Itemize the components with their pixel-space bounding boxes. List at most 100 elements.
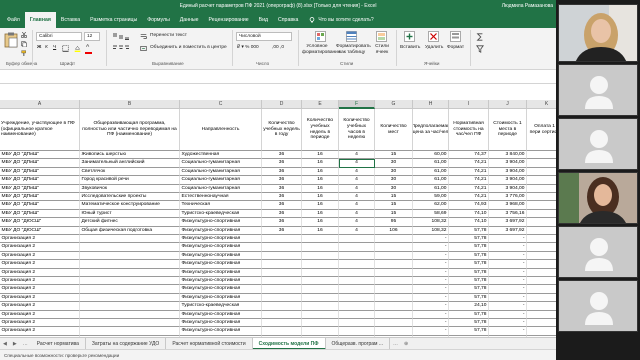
table-cell[interactable]: Физкультурно-спортивная [180, 251, 262, 261]
table-cell[interactable] [262, 319, 302, 328]
table-cell[interactable] [80, 277, 180, 286]
table-cell[interactable]: - [489, 293, 527, 303]
video-tile-4[interactable] [558, 172, 638, 224]
table-cell[interactable]: 3 7 [527, 193, 556, 202]
table-cell[interactable]: 4 [339, 209, 375, 219]
table-cell[interactable] [80, 285, 180, 294]
ribbon-tab[interactable]: Вставка [56, 12, 85, 28]
table-cell[interactable]: 36 [262, 218, 302, 227]
table-cell[interactable] [339, 251, 375, 261]
table-cell[interactable]: - [413, 285, 449, 294]
table-cell[interactable]: Социально-гуманитарная [180, 167, 262, 177]
table-cell[interactable]: - [413, 277, 449, 286]
table-cell[interactable]: - [489, 251, 527, 261]
table-cell[interactable]: 57,78 [449, 310, 489, 319]
scroll-tabs-right-icon[interactable]: ▶ [10, 341, 20, 347]
video-tile-5[interactable] [558, 226, 638, 278]
table-cell[interactable]: 36 [262, 226, 302, 235]
table-cell[interactable]: 3 8 [527, 151, 556, 160]
table-cell[interactable]: Физкультурно-спортивная [180, 218, 262, 227]
table-cell[interactable]: - [489, 327, 527, 336]
table-cell[interactable]: 3 6 [527, 218, 556, 227]
table-cell[interactable]: 16 [302, 218, 339, 227]
table-cell[interactable]: 74,21 [449, 159, 489, 168]
ribbon-tab[interactable]: Вид [254, 12, 273, 28]
table-cell[interactable]: МБУ ДО "ДПиШ" [0, 151, 80, 160]
table-cell[interactable]: 30 [375, 167, 413, 177]
ribbon-tab[interactable]: Разметка страницы [85, 12, 142, 28]
table-cell[interactable]: 16 [302, 226, 339, 235]
table-cell[interactable]: Физкультурно-спортивная [180, 260, 262, 269]
table-cell[interactable]: 4 [339, 176, 375, 185]
table-cell[interactable]: Физкультурно-спортивная [180, 327, 262, 336]
table-cell[interactable]: 62,00 [413, 201, 449, 210]
table-cell[interactable]: 16 [302, 159, 339, 168]
table-cell[interactable]: 15 [375, 209, 413, 219]
format-table-label[interactable]: Форматировать как таблицу [336, 44, 371, 55]
table-cell[interactable]: Организация 2 [0, 277, 80, 286]
table-cell[interactable]: 36 [262, 201, 302, 210]
sort-filter-icon[interactable] [476, 45, 484, 53]
table-cell[interactable]: - [413, 243, 449, 252]
table-cell[interactable]: 57,78 [449, 327, 489, 336]
table-cell[interactable] [262, 268, 302, 277]
table-cell[interactable] [262, 243, 302, 252]
table-cell[interactable]: Физкультурно-спортивная [180, 243, 262, 252]
table-cell[interactable]: 57,78 [449, 268, 489, 277]
cut-icon[interactable] [21, 32, 27, 38]
table-cell[interactable] [262, 285, 302, 294]
table-cell[interactable] [80, 243, 180, 252]
table-cell[interactable]: 36 [262, 159, 302, 168]
table-cell[interactable] [302, 260, 339, 269]
table-cell[interactable] [339, 243, 375, 252]
table-cell[interactable] [80, 302, 180, 311]
table-cell[interactable]: 15 [375, 193, 413, 202]
table-header-cell[interactable]: Нормативная стоимость на час/чел ПФ [449, 109, 489, 151]
table-header-cell[interactable]: Количество мест [375, 109, 413, 151]
table-cell[interactable]: Физкультурно-спортивная [180, 310, 262, 319]
table-cell[interactable]: 24,10 [449, 302, 489, 311]
table-cell[interactable]: Светлячок [80, 167, 180, 177]
align-horizontal-icon[interactable] [112, 45, 130, 52]
table-header-cell[interactable]: Учреждение, участвующее в ПФ (официально… [0, 109, 80, 151]
table-cell[interactable]: - [527, 311, 556, 319]
align-vertical-icon[interactable] [112, 33, 130, 40]
italic-icon[interactable]: К [45, 45, 48, 50]
delete-cells-icon[interactable] [428, 31, 439, 42]
table-cell[interactable] [339, 302, 375, 311]
sheet-tab[interactable]: Затраты на содержание УДО [86, 338, 167, 349]
sheet-tab[interactable]: Общеразв. програм ... [326, 338, 391, 349]
table-cell[interactable]: 3 776,00 [489, 193, 527, 202]
table-cell[interactable] [80, 235, 180, 244]
table-cell[interactable] [302, 327, 339, 336]
table-cell[interactable] [375, 260, 413, 269]
table-cell[interactable] [375, 235, 413, 244]
table-cell[interactable]: - [413, 327, 449, 336]
table-cell[interactable]: 36 [262, 209, 302, 219]
table-cell[interactable] [262, 251, 302, 261]
table-cell[interactable]: - [413, 251, 449, 261]
table-cell[interactable]: - [527, 319, 556, 328]
fill-color-icon[interactable] [74, 45, 81, 52]
video-tile-6[interactable] [558, 280, 638, 332]
cell-styles-icon[interactable] [376, 31, 387, 42]
table-cell[interactable]: Туристско-краеведческая [180, 209, 262, 219]
table-cell[interactable] [339, 285, 375, 294]
table-cell[interactable] [302, 293, 339, 303]
column-header[interactable]: D [262, 100, 302, 109]
table-cell[interactable]: - [413, 235, 449, 244]
table-cell[interactable] [302, 302, 339, 311]
table-cell[interactable]: - [527, 302, 556, 311]
table-cell[interactable]: 74,93 [449, 201, 489, 210]
sheet-tab[interactable]: Расчет нормативной стоимости [166, 338, 253, 349]
table-cell[interactable] [339, 260, 375, 269]
video-tile-3[interactable] [558, 118, 638, 170]
cell-styles-label[interactable]: Стили ячеек [372, 44, 392, 55]
table-cell[interactable]: Физкультурно-спортивная [180, 293, 262, 303]
table-cell[interactable]: 74,10 [449, 218, 489, 227]
font-color-icon[interactable]: A [86, 44, 89, 49]
table-cell[interactable]: 4 [339, 193, 375, 202]
table-cell[interactable]: МБУ ДО "ДПиШ" [0, 209, 80, 219]
table-cell[interactable] [375, 302, 413, 311]
scroll-tabs-left-icon[interactable]: ◀ [0, 341, 10, 347]
